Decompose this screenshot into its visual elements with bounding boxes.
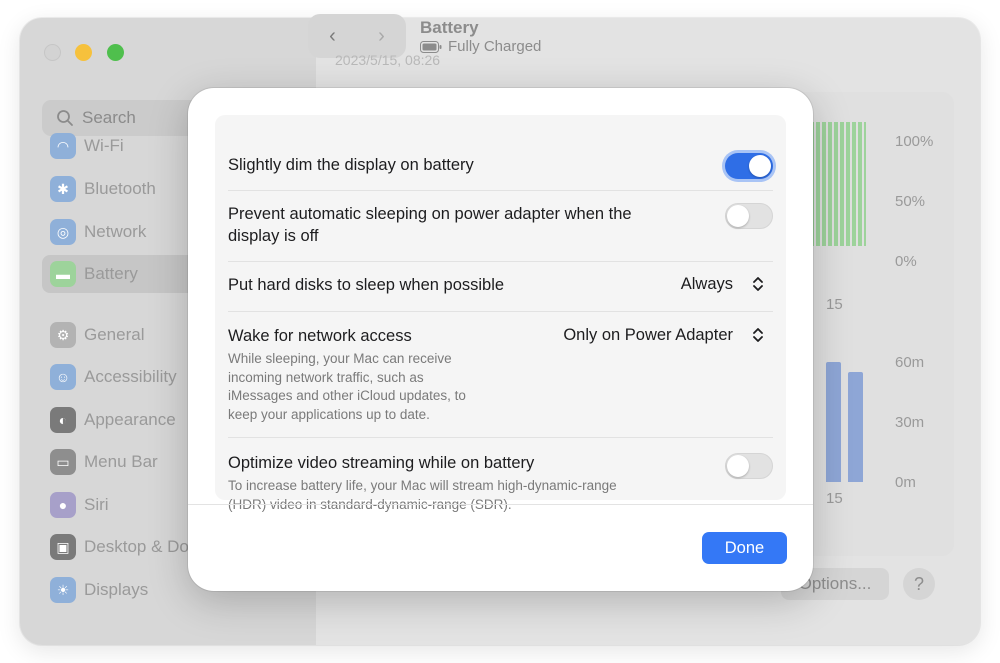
network-icon: ◎	[50, 219, 76, 245]
usage-axis-label: 0m	[895, 474, 916, 491]
row-divider	[228, 190, 773, 191]
minimize-window-button[interactable]	[75, 44, 92, 61]
sidebar-item-label: Siri	[84, 495, 109, 514]
sidebar-item-label: Bluetooth	[84, 179, 156, 198]
siri-icon: ●	[50, 492, 76, 518]
wifi-icon: ◠	[50, 133, 76, 159]
video-streaming-toggle[interactable]	[725, 453, 773, 479]
sidebar-item-label: General	[84, 325, 145, 344]
options-group: Slightly dim the display on battery Prev…	[215, 115, 786, 512]
bluetooth-icon: ✱	[50, 176, 76, 202]
hard-disks-label: Put hard disks to sleep when possible	[228, 276, 505, 294]
sidebar-item-label: Displays	[84, 580, 149, 599]
battery-options-sheet: Slightly dim the display on battery Prev…	[188, 88, 813, 591]
description-line: While sleeping, your Mac can receive	[228, 351, 452, 366]
description-line: incoming network traffic, such as	[228, 369, 424, 385]
sidebar-item-label: Menu Bar	[84, 452, 158, 471]
wake-network-description: While sleeping, your Mac can receive inc…	[228, 350, 466, 424]
search-icon	[57, 110, 73, 126]
search-placeholder: Search	[82, 108, 136, 127]
toggle-knob	[749, 155, 771, 177]
usage-bar	[826, 362, 841, 482]
last-charged-date: 2023/5/15, 08:26	[335, 52, 441, 68]
zoom-window-button[interactable]	[107, 44, 124, 61]
battery-status-icon	[420, 40, 442, 53]
displays-icon: ☀	[50, 577, 76, 603]
usage-axis-label: 60m	[895, 354, 925, 371]
pane-title: Battery	[420, 18, 479, 37]
back-chevron-icon[interactable]: ‹	[329, 25, 336, 48]
row-divider	[228, 261, 773, 262]
hard-disks-value: Always	[680, 274, 733, 293]
menubar-icon: ▭	[50, 449, 76, 475]
toggle-knob	[727, 205, 749, 227]
prevent-sleep-label-line2: display is off	[228, 227, 319, 245]
dim-display-toggle[interactable]	[725, 153, 773, 179]
level-axis-label: 100%	[895, 133, 934, 150]
appearance-icon: ◐	[50, 407, 76, 433]
wake-network-popup[interactable]: Only on Power Adapter	[563, 324, 769, 346]
toggle-knob	[727, 455, 749, 477]
row-divider	[228, 311, 773, 312]
up-down-chevron-icon	[747, 273, 769, 295]
level-axis-label: 50%	[895, 193, 926, 210]
sheet-footer-divider	[188, 504, 813, 505]
dim-display-label: Slightly dim the display on battery	[228, 156, 474, 174]
description-line: iMessages and other iCloud updates, to	[228, 388, 466, 403]
dock-icon: ▣	[50, 534, 76, 560]
video-streaming-label: Optimize video streaming while on batter…	[228, 454, 535, 472]
sidebar-item-label: Accessibility	[84, 367, 177, 386]
level-axis-label: 0%	[895, 253, 917, 270]
usage-bar	[848, 372, 863, 482]
hard-disks-popup[interactable]: Always	[681, 273, 769, 295]
help-button[interactable]: ?	[903, 568, 935, 600]
accessibility-icon: ☺	[50, 364, 76, 390]
done-button[interactable]: Done	[702, 532, 787, 564]
screen: Search ◠ Wi-Fi ✱ Bluetooth ◎ Network ▬ Battery ⚙…	[0, 0, 1000, 663]
wake-network-value: Only on Power Adapter	[563, 325, 733, 344]
close-window-button[interactable]	[44, 44, 61, 61]
sidebar-item-label: Appearance	[84, 410, 176, 429]
description-line: To increase battery life, your Mac will …	[228, 478, 617, 493]
prevent-sleep-toggle[interactable]	[725, 203, 773, 229]
battery-icon: ▬	[50, 261, 76, 287]
x-axis-tick: 15	[826, 296, 843, 313]
wake-network-label: Wake for network access	[228, 327, 412, 345]
row-divider	[228, 437, 773, 438]
battery-status-text: Fully Charged	[448, 38, 542, 55]
usage-axis-label: 30m	[895, 414, 925, 431]
up-down-chevron-icon	[747, 324, 769, 346]
forward-chevron-icon[interactable]: ›	[378, 25, 385, 48]
video-streaming-description: To increase battery life, your Mac will …	[228, 477, 617, 514]
prevent-sleep-label-line1: Prevent automatic sleeping on power adap…	[228, 205, 632, 223]
gear-icon: ⚙	[50, 322, 76, 348]
sidebar-item-label: Wi-Fi	[84, 136, 124, 155]
sidebar-item-label: Battery	[84, 264, 138, 283]
description-line: keep your applications up to date.	[228, 406, 430, 422]
x-axis-tick: 15	[826, 490, 843, 507]
sidebar-item-label: Network	[84, 222, 147, 241]
